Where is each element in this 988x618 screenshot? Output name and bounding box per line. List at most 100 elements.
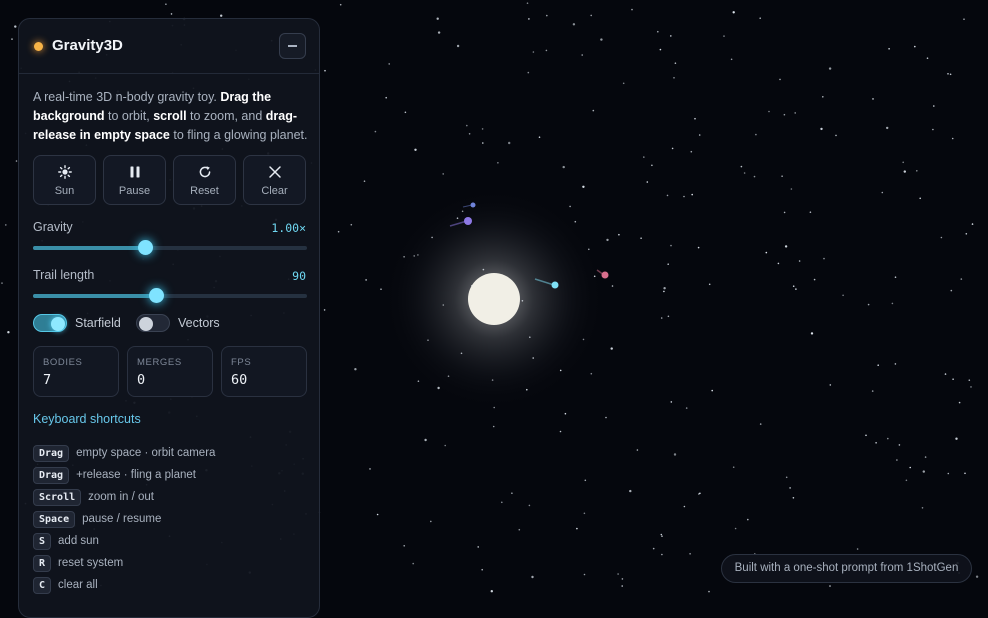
vectors-toggle[interactable] [136, 314, 170, 332]
star [867, 303, 870, 306]
star [694, 117, 696, 120]
shortcut-row: Drag empty space · orbit camera [33, 445, 215, 462]
star [699, 492, 701, 495]
star [466, 124, 468, 127]
star [792, 497, 795, 499]
key-cap: R [33, 555, 52, 572]
star [354, 368, 357, 371]
star [559, 430, 562, 433]
minus-icon [288, 45, 297, 47]
star [528, 18, 530, 20]
star [872, 98, 874, 100]
star [363, 180, 366, 182]
star [456, 44, 460, 48]
sun-icon [58, 165, 72, 179]
control-panel: Gravity3D A real-time 3D n-body gravity … [18, 18, 320, 618]
star [888, 48, 890, 50]
star [7, 331, 10, 334]
attribution-badge[interactable]: Built with a one-shot prompt from 1ShotG… [721, 554, 972, 583]
star [856, 548, 859, 550]
pause-button[interactable]: Pause [103, 155, 166, 205]
gravity-slider-thumb[interactable] [137, 240, 153, 255]
star [380, 288, 382, 291]
star [794, 112, 796, 114]
star [886, 126, 889, 130]
star [659, 48, 662, 51]
trail-length-slider[interactable] [33, 288, 307, 303]
star [795, 288, 797, 290]
star [436, 17, 439, 20]
star [481, 128, 484, 130]
star [412, 562, 415, 565]
star [323, 309, 326, 311]
star [497, 162, 499, 164]
star [592, 109, 595, 112]
trail-length-label: Trail length [33, 268, 95, 282]
star [643, 156, 645, 158]
starfield-toggle[interactable] [33, 314, 67, 332]
shortcut-desc: pause / resume [82, 513, 162, 525]
star [898, 444, 901, 446]
star [403, 545, 406, 547]
star [477, 546, 480, 548]
gravity-label: Gravity [33, 220, 73, 234]
star [621, 578, 624, 580]
stat-value: 60 [231, 372, 248, 388]
stat-bodies: BODIES 7 [33, 346, 119, 397]
star [968, 379, 971, 382]
star [926, 57, 929, 59]
panel-header: Gravity3D [19, 19, 319, 74]
app-title: Gravity3D [52, 37, 123, 54]
star [501, 501, 503, 504]
star [481, 568, 484, 571]
minimize-button[interactable] [279, 33, 306, 59]
star [810, 332, 814, 335]
star [442, 173, 445, 175]
shortcut-row: Cclear all [33, 577, 98, 594]
reset-button[interactable]: Reset [173, 155, 236, 205]
shortcut-desc: clear all [58, 579, 98, 591]
star [670, 244, 672, 247]
trail-length-slider-thumb[interactable] [149, 288, 165, 303]
star [963, 18, 965, 21]
star [783, 211, 786, 214]
stat-label: MERGES [137, 357, 182, 368]
star [768, 110, 770, 113]
star [734, 527, 737, 530]
star [689, 553, 691, 555]
star [414, 148, 417, 151]
shortcut-desc: add sun [58, 535, 99, 547]
clear-button[interactable]: Clear [243, 155, 306, 205]
stat-label: FPS [231, 357, 252, 368]
star [324, 69, 326, 72]
star [698, 134, 701, 136]
star [896, 459, 898, 461]
star [933, 105, 935, 107]
star [661, 553, 663, 556]
planet [470, 202, 476, 208]
star [584, 479, 587, 482]
star [947, 73, 949, 75]
star [958, 401, 961, 404]
sun-button[interactable]: Sun [33, 155, 96, 205]
star [820, 127, 823, 131]
star [667, 263, 669, 266]
star [891, 302, 894, 305]
star [753, 175, 756, 178]
star [385, 96, 388, 99]
star [765, 251, 768, 254]
gravity-slider[interactable] [33, 240, 307, 255]
star [865, 434, 867, 437]
star [960, 278, 963, 280]
star [723, 35, 725, 37]
star [785, 476, 788, 479]
shortcut-row: Sadd sun [33, 533, 99, 550]
star [621, 585, 623, 587]
stat-value: 0 [137, 372, 146, 388]
star [894, 363, 897, 365]
star [975, 575, 979, 578]
gravity-value: 1.00× [271, 221, 306, 235]
attribution-text: Built with a one-shot prompt from 1ShotG… [734, 562, 959, 574]
star [490, 590, 493, 593]
shortcut-desc: reset system [58, 557, 124, 569]
